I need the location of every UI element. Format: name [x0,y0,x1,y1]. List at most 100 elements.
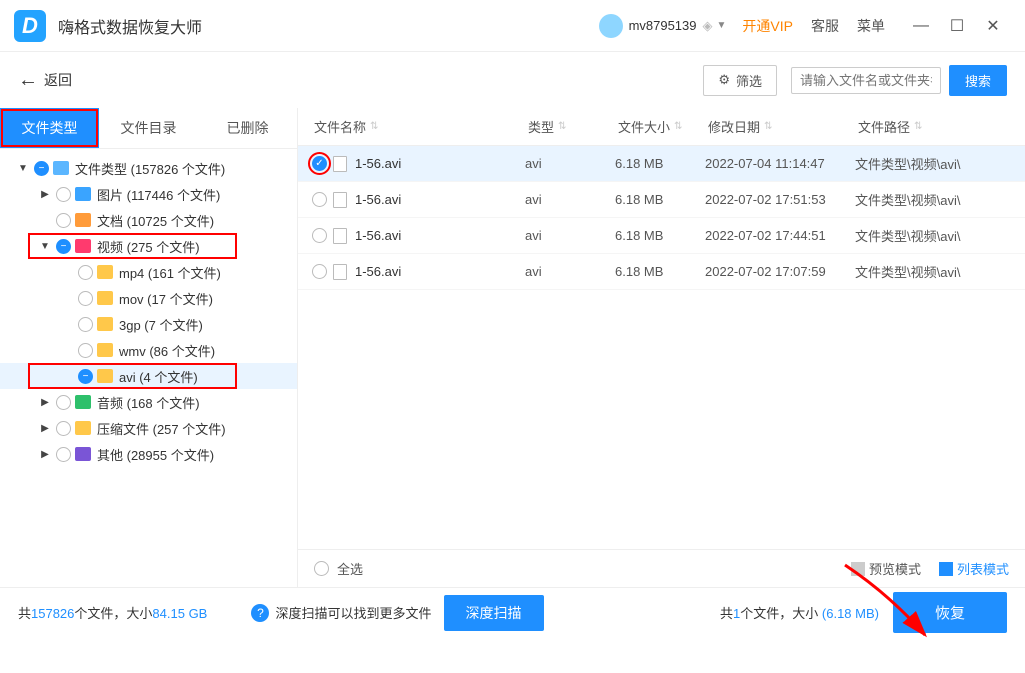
shield-icon: ◈ [703,18,713,34]
user-name: mv8795139 [629,18,697,33]
caret-icon[interactable]: ▶ [38,449,52,460]
cell-size: 6.18 MB [615,156,705,171]
list-mode-button[interactable]: 列表模式 [939,559,1009,578]
tree-item[interactable]: ▼− 视频 (275 个文件) [0,233,297,259]
search-button[interactable]: 搜索 [949,65,1007,96]
grid-icon [851,562,865,576]
tree-label: mp4 (161 个文件) [119,263,221,282]
cell-date: 2022-07-02 17:44:51 [705,228,855,243]
search-input[interactable] [791,67,941,94]
tree-checkbox[interactable] [56,187,71,202]
tree-item[interactable]: ▼− 文件类型 (157826 个文件) [0,155,297,181]
col-size[interactable]: 文件大小⇅ [608,117,698,136]
tree-checkbox[interactable] [56,395,71,410]
cell-name: 1-56.avi [355,192,525,207]
table-row[interactable]: ✓1-56.aviavi6.18 MB2022-07-04 11:14:47文件… [298,146,1025,182]
cell-size: 6.18 MB [615,228,705,243]
tree-checkbox[interactable] [78,343,93,358]
caret-icon[interactable]: ▼ [16,163,30,174]
tree-checkbox[interactable] [56,421,71,436]
cell-type: avi [525,264,615,279]
tree-checkbox[interactable]: − [56,239,71,254]
folder-icon [97,317,113,331]
tree-item[interactable]: ▶压缩文件 (257 个文件) [0,415,297,441]
preview-mode-button[interactable]: 预览模式 [851,559,921,578]
tree-item[interactable]: ▶3gp (7 个文件) [0,311,297,337]
cell-path: 文件类型\视频\avi\ [855,262,1025,281]
tree-item[interactable]: ▶音频 (168 个文件) [0,389,297,415]
table-row[interactable]: 1-56.aviavi6.18 MB2022-07-02 17:51:53文件类… [298,182,1025,218]
col-path[interactable]: 文件路径⇅ [848,117,1025,136]
tree-checkbox[interactable]: − [78,369,93,384]
minimize-button[interactable]: — [903,17,939,35]
caret-icon[interactable]: ▶ [38,397,52,408]
col-date[interactable]: 修改日期⇅ [698,117,848,136]
table-row[interactable]: 1-56.aviavi6.18 MB2022-07-02 17:44:51文件类… [298,218,1025,254]
list-icon [939,562,953,576]
maximize-button[interactable]: ☐ [939,16,975,36]
sort-icon: ⇅ [914,121,922,132]
tree-item[interactable]: ▶其他 (28955 个文件) [0,441,297,467]
tab-file-type[interactable]: 文件类型 [0,108,99,148]
folder-icon [97,369,113,383]
row-checkbox[interactable] [312,264,327,279]
tree-label: 视频 (275 个文件) [97,237,200,256]
caret-icon[interactable]: ▶ [38,189,52,200]
row-checkbox[interactable] [312,228,327,243]
table-row[interactable]: 1-56.aviavi6.18 MB2022-07-02 17:07:59文件类… [298,254,1025,290]
tree-checkbox[interactable] [56,213,71,228]
file-icon [333,228,347,244]
caret-icon[interactable]: ▶ [38,423,52,434]
file-icon [333,156,347,172]
menu-link[interactable]: 菜单 [857,16,885,36]
tree-item[interactable]: ▶图片 (117446 个文件) [0,181,297,207]
tree-label: 文件类型 (157826 个文件) [75,159,225,178]
app-title: 嗨格式数据恢复大师 [58,14,599,38]
cell-size: 6.18 MB [615,192,705,207]
filter-button[interactable]: ⚙ 筛选 [703,65,777,96]
tree-label: mov (17 个文件) [119,289,213,308]
tab-file-dir[interactable]: 文件目录 [99,108,198,148]
avatar-icon[interactable] [599,14,623,38]
col-name[interactable]: 文件名称⇅ [298,117,518,136]
back-button[interactable]: ← 返回 [18,69,72,92]
table-body: ✓1-56.aviavi6.18 MB2022-07-04 11:14:47文件… [298,146,1025,549]
tree-item[interactable]: ▶mp4 (161 个文件) [0,259,297,285]
tree-checkbox[interactable]: − [34,161,49,176]
folder-icon [75,213,91,227]
user-dropdown-caret-icon[interactable]: ▼ [717,20,727,31]
folder-icon [53,161,69,175]
col-type[interactable]: 类型⇅ [518,117,608,136]
tree-item[interactable]: ▶mov (17 个文件) [0,285,297,311]
tree-checkbox[interactable] [56,447,71,462]
cell-type: avi [525,192,615,207]
tree-checkbox[interactable] [78,291,93,306]
filter-icon: ⚙ [718,72,730,88]
tree-checkbox[interactable] [78,265,93,280]
cell-path: 文件类型\视频\avi\ [855,226,1025,245]
file-tree: ▼−文件类型 (157826 个文件)▶图片 (117446 个文件)▶文档 (… [0,149,297,587]
tab-deleted[interactable]: 已删除 [198,108,297,148]
row-checkbox[interactable] [312,192,327,207]
file-icon [333,264,347,280]
cell-date: 2022-07-04 11:14:47 [705,156,855,171]
filter-label: 筛选 [736,71,762,90]
deep-scan-button[interactable]: 深度扫描 [444,595,544,631]
support-link[interactable]: 客服 [811,16,839,36]
folder-icon [75,447,91,461]
close-button[interactable]: ✕ [975,16,1011,36]
tree-checkbox[interactable] [78,317,93,332]
cell-name: 1-56.avi [355,228,525,243]
recover-button[interactable]: 恢复 [893,592,1007,633]
tree-item[interactable]: ▶wmv (86 个文件) [0,337,297,363]
caret-icon[interactable]: ▼ [38,241,52,252]
vip-link[interactable]: 开通VIP [742,16,793,36]
select-all-checkbox[interactable] [314,561,329,576]
cell-size: 6.18 MB [615,264,705,279]
tree-item[interactable]: ▶−avi (4 个文件) [0,363,297,389]
row-checkbox[interactable]: ✓ [312,156,327,171]
tree-item[interactable]: ▶文档 (10725 个文件) [0,207,297,233]
tree-label: wmv (86 个文件) [119,341,215,360]
cell-date: 2022-07-02 17:07:59 [705,264,855,279]
app-logo-icon: D [14,10,46,42]
